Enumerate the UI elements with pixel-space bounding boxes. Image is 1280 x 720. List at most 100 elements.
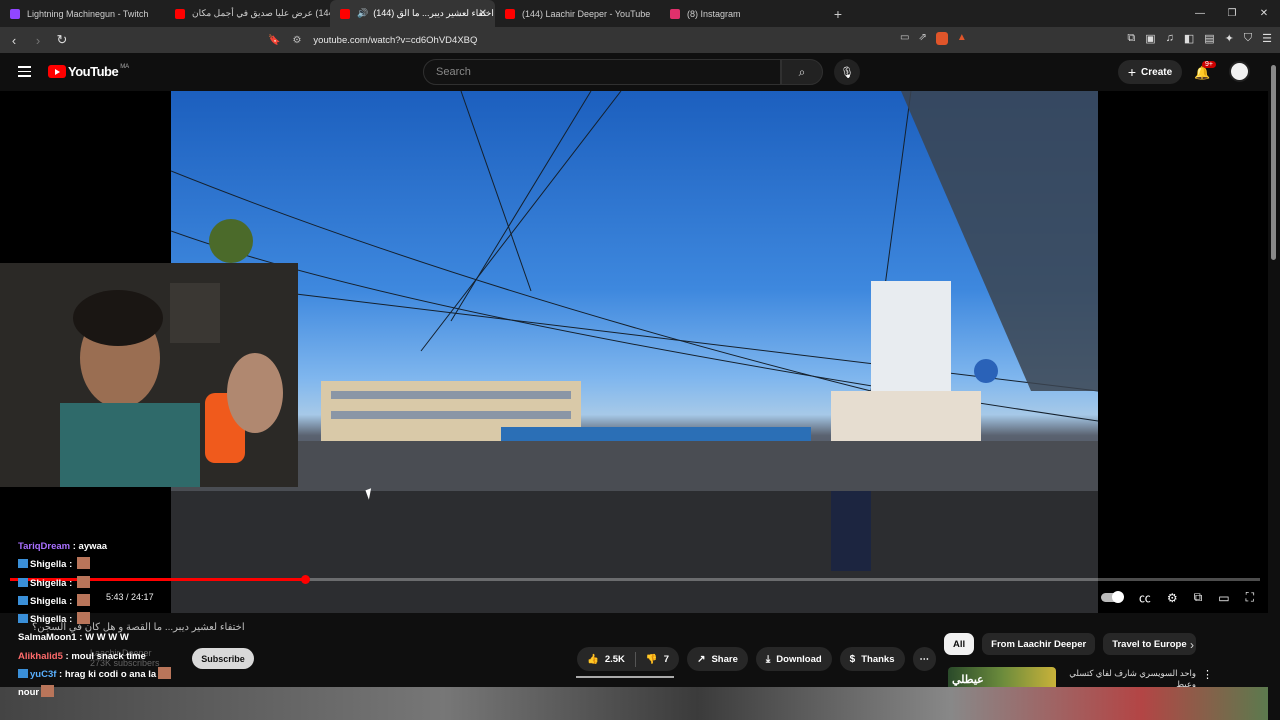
download-button[interactable]: ⤓ Download [755, 647, 832, 671]
scrollbar-thumb[interactable] [1271, 65, 1276, 260]
create-button[interactable]: + Create [1118, 60, 1182, 84]
search-button[interactable]: ⌕ [781, 59, 823, 85]
minimize-icon[interactable]: — [1184, 8, 1216, 19]
brave-shields-icon[interactable] [935, 32, 948, 45]
account-avatar[interactable] [1229, 61, 1250, 82]
dislike-button[interactable]: 👎 7 [636, 654, 679, 665]
chat-badge-icon [18, 669, 28, 679]
close-tab-icon[interactable]: ✕ [479, 8, 487, 19]
chat-emote-icon [41, 685, 55, 698]
scrubber-handle[interactable] [301, 575, 310, 584]
share-page-icon[interactable]: ⇗ [918, 32, 926, 45]
share-button[interactable]: ↗ Share [687, 647, 748, 671]
chat-message: SalmaMoon1 : W W W W [18, 629, 298, 647]
chat-separator: : [66, 595, 75, 607]
search-input[interactable]: Search [423, 59, 781, 85]
tab-twitch[interactable]: Lightning Machinegun - Twitch [0, 0, 165, 27]
tab-youtube-1[interactable]: (144) عرض عليا صديق في أجمل مكان [165, 0, 330, 27]
chat-emote-icon [76, 557, 90, 570]
wallet-icon[interactable]: ▣ [1145, 32, 1155, 45]
tab-title: (144) عرض عليا صديق في أجمل مكان [192, 8, 330, 18]
thumbs-up-icon: 👍 [587, 653, 599, 665]
page-scrollbar[interactable] [1268, 53, 1280, 720]
guide-menu-icon[interactable] [18, 66, 31, 80]
chat-username: TariqDream [18, 541, 71, 552]
chat-badge-icon [18, 577, 28, 587]
speaker-icon[interactable]: 🔊 [357, 8, 368, 19]
settings-gear-icon[interactable]: ⚙ [1167, 591, 1178, 605]
thanks-icon: $ [849, 653, 856, 665]
extensions-toolbar: ⧉ ▣ ♫ ◧ ▤ ✦ ⛉ ☰ [1127, 32, 1272, 45]
theater-mode-icon[interactable]: ▭ [1218, 591, 1229, 605]
logo-text: YouTube [68, 64, 119, 79]
more-vertical-icon[interactable]: ⋮ [1202, 668, 1213, 681]
tab-instagram[interactable]: (8) Instagram [660, 0, 825, 27]
brave-rewards-icon[interactable]: ▲ [957, 32, 967, 45]
music-icon[interactable]: ♫ [1166, 32, 1174, 45]
chat-separator: : [70, 541, 79, 552]
close-window-icon[interactable]: ✕ [1248, 8, 1280, 19]
chip-travel[interactable]: Travel to Europe [1103, 633, 1196, 655]
more-actions-button[interactable]: ⋯ [912, 647, 936, 671]
autoplay-toggle[interactable] [1100, 591, 1124, 603]
chat-separator: : [76, 632, 86, 644]
video-actions: 👍 2.5K 👎 7 ↗ Share ⤓ Download $ Thanks ⋯ [577, 647, 936, 671]
tab-youtube-channel[interactable]: (144) Laachir Deeper - YouTube [495, 0, 660, 27]
youtube-favicon-icon [175, 8, 185, 19]
thumbs-down-icon: 👎 [645, 653, 658, 665]
chat-username: Shigella [30, 577, 67, 589]
url-actions: ▭ ⇗ ▲ [900, 32, 967, 45]
download-label: Download [776, 653, 822, 665]
chat-text: moul snack time [71, 650, 146, 662]
back-icon[interactable]: ‹ [4, 33, 24, 48]
chat-message: Shigella : [18, 575, 298, 593]
like-dislike-group: 👍 2.5K 👎 7 [577, 647, 680, 671]
chat-message: nour [18, 684, 298, 702]
bookmark-icon[interactable]: 🔖 [268, 35, 280, 46]
like-bar-indicator [576, 676, 674, 678]
restore-icon[interactable]: ❐ [1216, 8, 1248, 19]
captions-icon[interactable]: ㏄ [1139, 589, 1151, 606]
like-count: 2.5K [604, 653, 625, 665]
sidebar-icon[interactable]: ◧ [1184, 32, 1194, 45]
youtube-play-icon [48, 65, 66, 78]
chip-all[interactable]: All [944, 633, 975, 655]
tab-youtube-active[interactable]: 🔊 (144) اختفاء لعشير ديبر... ما الق ✕ [330, 0, 495, 27]
search-placeholder: Search [436, 66, 471, 78]
thanks-button[interactable]: $ Thanks [839, 647, 905, 671]
video-player[interactable]: 5:43 / 24:17 ㏄ ⚙ ⧉ ▭ ⛶ [0, 91, 1268, 613]
chat-username: Shigella [30, 595, 67, 607]
youtube-logo[interactable]: YouTube MA [48, 64, 129, 79]
chat-emote-icon [158, 667, 172, 680]
cast-icon[interactable]: ▭ [900, 32, 909, 45]
share-icon: ↗ [697, 653, 706, 665]
video-frame[interactable] [171, 91, 1098, 613]
dislike-count: 7 [663, 653, 670, 665]
like-button[interactable]: 👍 2.5K [577, 654, 635, 665]
chip-from-channel[interactable]: From Laachir Deeper [982, 633, 1096, 655]
forward-icon[interactable]: › [28, 33, 48, 48]
extensions-icon[interactable]: ⧉ [1127, 32, 1135, 45]
create-label: Create [1141, 66, 1173, 78]
chat-message: Shigella : [18, 556, 298, 574]
fullscreen-icon[interactable]: ⛶ [1246, 590, 1254, 605]
address-bar: ‹ › ↻ 🔖 ⚙ youtube.com/watch?v=cd6OhVD4XB… [0, 27, 1280, 53]
thanks-label: Thanks [861, 653, 895, 665]
wallet-card-icon[interactable]: ▤ [1204, 32, 1214, 45]
menu-icon[interactable]: ☰ [1262, 32, 1272, 45]
site-info-icon[interactable]: ⚙ [292, 35, 301, 46]
chat-separator: : [66, 614, 75, 626]
reload-icon[interactable]: ↻ [52, 32, 72, 48]
new-tab-button[interactable]: + [827, 6, 849, 22]
miniplayer-icon[interactable]: ⧉ [1194, 590, 1203, 605]
leo-ai-icon[interactable]: ✦ [1225, 32, 1234, 45]
voice-search-button[interactable]: 🎙 [834, 59, 860, 85]
instagram-icon [670, 8, 680, 19]
plus-icon: + [1127, 64, 1137, 80]
chevron-right-icon[interactable]: › [1190, 638, 1194, 652]
vpn-icon[interactable]: ⛉ [1244, 32, 1252, 45]
chat-text: W W W W [85, 632, 129, 644]
url-field[interactable]: 🔖 ⚙ youtube.com/watch?v=cd6OhVD4XBQ [268, 31, 988, 49]
twitch-icon [10, 8, 20, 19]
chat-username: SalmaMoon1 [18, 632, 77, 644]
